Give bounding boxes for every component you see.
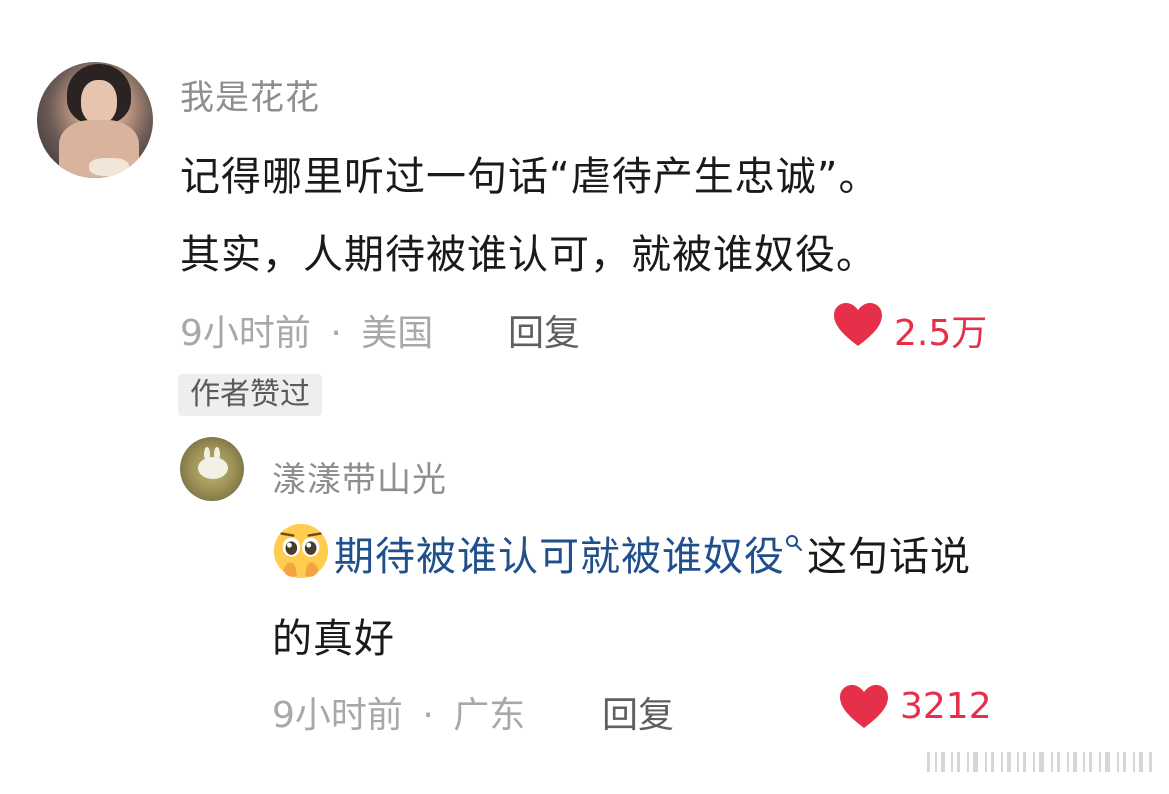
reply-like-count: 3212 bbox=[900, 686, 992, 727]
search-icon[interactable] bbox=[785, 534, 803, 552]
like-count: 2.5万 bbox=[894, 313, 988, 354]
reply-time: 9小时前 bbox=[272, 695, 403, 736]
comment-meta: 9小时前 · 美国 bbox=[180, 304, 433, 356]
reply-text-line-2: 的真好 bbox=[272, 616, 395, 662]
author-liked-badge: 作者赞过 bbox=[178, 374, 322, 416]
comment-time: 9小时前 bbox=[180, 313, 311, 354]
comment-location: 美国 bbox=[361, 313, 434, 354]
reply-meta: 9小时前 · 广东 bbox=[272, 686, 525, 738]
reply-text-after-link: 这句话说 bbox=[807, 534, 971, 580]
reply-text-line-1: 期待被谁认可就被谁奴役 这句话说 bbox=[272, 522, 971, 582]
comment-username[interactable]: 我是花花 bbox=[180, 70, 320, 119]
heart-icon[interactable] bbox=[832, 302, 884, 348]
avatar-cake bbox=[89, 158, 129, 176]
reply-button[interactable]: 回复 bbox=[602, 686, 674, 738]
reply-location: 广东 bbox=[453, 695, 526, 736]
heart-icon[interactable] bbox=[838, 684, 890, 730]
avatar[interactable] bbox=[37, 62, 153, 178]
comment-text-line-1: 记得哪里听过一句话“虐待产生忠诚”。 bbox=[180, 154, 880, 200]
search-keyword-link[interactable]: 期待被谁认可就被谁奴役 bbox=[334, 534, 785, 580]
avatar-rabbit bbox=[198, 457, 228, 479]
barcode-watermark-icon bbox=[927, 752, 1152, 772]
meta-separator: · bbox=[330, 313, 342, 354]
pleading-face-emoji-icon bbox=[273, 523, 329, 579]
reply-button[interactable]: 回复 bbox=[508, 304, 580, 356]
comment-text-line-2: 其实，人期待被谁认可，就被谁奴役。 bbox=[180, 232, 877, 278]
reply-avatar[interactable] bbox=[180, 437, 244, 501]
reply-username[interactable]: 漾漾带山光 bbox=[272, 452, 447, 501]
meta-separator: · bbox=[422, 695, 434, 736]
avatar-face bbox=[81, 80, 117, 124]
